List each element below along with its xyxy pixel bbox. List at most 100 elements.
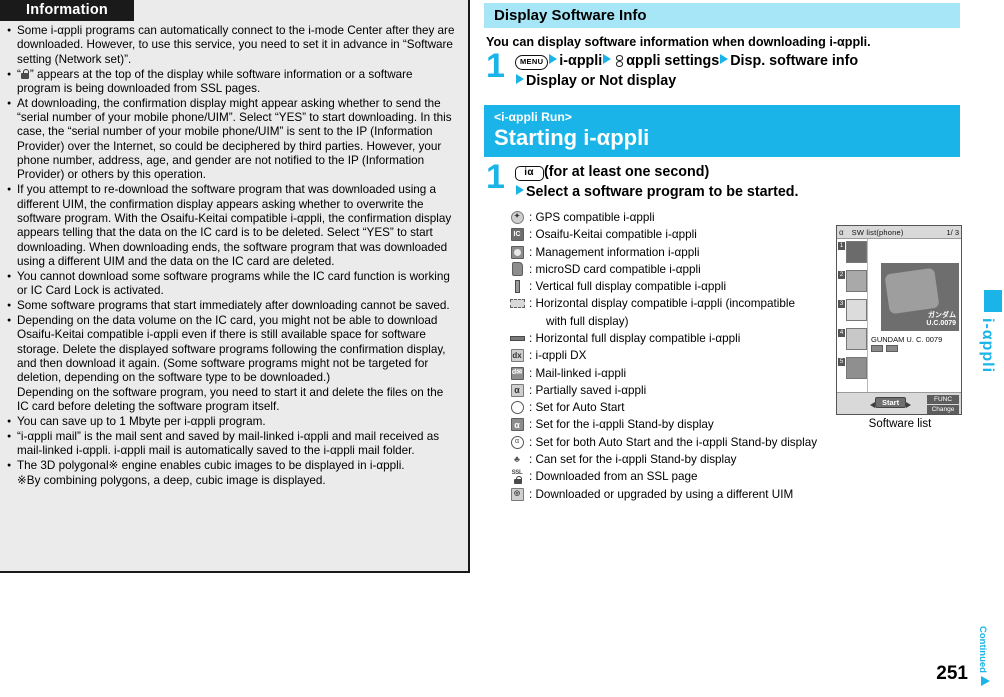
legend-label: : Management information i-αppli [529, 245, 700, 259]
legend-item: : Horizontal full display compatible i-α… [508, 331, 848, 347]
legend-label: : Set for Auto Start [529, 401, 625, 415]
phone-softkey-bar: Start FUNC Change [837, 392, 961, 414]
horizontal-full-display-icon [871, 345, 883, 352]
preview-caption-icons [871, 345, 961, 352]
section-banner-starting-i-appli: <i-αppli Run> Starting i-αppli [484, 105, 960, 157]
legend-label: : Mail-linked i-αppli [529, 366, 627, 380]
legend-label: : Can set for the i-αppli Stand-by displ… [529, 452, 737, 466]
section2-step-1: 1 iα (for at least one second) Select a s… [484, 160, 980, 202]
list-thumbnail[interactable] [846, 328, 867, 350]
softkey-center-start[interactable]: Start [869, 397, 912, 408]
step-item-appli-settings: αppli settings [626, 53, 720, 69]
legend-label: : Partially saved i-αppli [529, 383, 647, 397]
can-set-standby-icon: ♣ [514, 454, 520, 465]
right-column: Display Software Info You can display so… [484, 0, 980, 697]
legend-item: : Management information i-αppli [508, 245, 848, 261]
info-bullet: If you attempt to re-download the softwa… [6, 183, 458, 269]
software-list-screenshot: α SW list(phone) 1/ 3 1 2 3 4 5 ガンダム U.C… [836, 225, 964, 430]
horizontal-display-icon [508, 296, 526, 311]
step-item-i-appli: i-αppli [559, 53, 603, 69]
info-bullet-ssl: “” appears at the top of the display whi… [6, 68, 458, 97]
legend-item: : Set for Auto Start [508, 400, 848, 416]
list-index: 3 [838, 300, 845, 308]
banner-title: Starting i-αppli [494, 125, 650, 150]
legend-label: : Downloaded from an SSL page [529, 470, 698, 484]
info-bullet: You cannot download some software progra… [6, 270, 458, 299]
step-item-disp-software-info: Disp. software info [730, 53, 859, 69]
softkey-right-group: FUNC Change [927, 394, 959, 414]
list-index: 2 [838, 271, 845, 279]
preview-caption: GUNDAM U. C. 0079 [871, 335, 961, 352]
mail-linked-icon: d✉ [508, 366, 526, 381]
screenshot-caption: Software list [868, 418, 932, 430]
preview-caption-text: GUNDAM U. C. 0079 [871, 335, 943, 344]
legend-item: dx : i-αppli DX [508, 348, 848, 364]
manual-page: Information Some i-αppli programs can au… [0, 0, 1004, 697]
legend-item: : Vertical full display compatible i-αpp… [508, 279, 848, 295]
list-index: 5 [838, 358, 845, 366]
information-header: Information [0, 0, 134, 21]
ssl-lock-icon [21, 68, 30, 80]
key-8-icon [615, 54, 624, 68]
arrow-icon [603, 54, 612, 64]
i-appli-key-icon: iα [515, 166, 544, 181]
side-tab-marker [984, 290, 1002, 312]
ic-card-icon: IC [508, 227, 526, 242]
legend-item: ✦ : GPS compatible i-αppli [508, 210, 848, 226]
legend-label: : Osaifu-Keitai compatible i-αppli [529, 228, 697, 242]
info-subline: Depending on the software program, you n… [17, 386, 444, 414]
legend-label-continuation: with full display) [546, 314, 629, 328]
legend-label: : GPS compatible i-αppli [529, 211, 655, 224]
step-line-1: iα (for at least one second) [515, 163, 980, 182]
legend-item: α : Set for both Auto Start and the i-αp… [508, 435, 848, 451]
dx-icon: dx [508, 348, 526, 363]
information-panel: Information Some i-αppli programs can au… [0, 0, 470, 573]
step-number: 1 [486, 47, 505, 85]
info-bullet: At downloading, the confirmation display… [6, 97, 458, 183]
info-bullet: Some i-αppli programs can automatically … [6, 24, 458, 67]
continued-label: Continued [977, 626, 988, 673]
arrow-icon [516, 185, 524, 195]
different-uim-icon: ◎ [508, 487, 526, 502]
legend-item: : Horizontal display compatible i-αppli … [508, 296, 848, 312]
info-bullet: “i-αppli mail” is the mail sent and save… [6, 430, 458, 459]
legend-label: : Set for the i-αppli Stand-by display [529, 418, 714, 432]
arrow-icon [549, 54, 558, 64]
legend-label: : Horizontal display compatible i-αppli … [529, 297, 795, 311]
legend-item: ◎ : Downloaded or upgraded by using a di… [508, 487, 848, 503]
phone-status-bar: α SW list(phone) 1/ 3 [837, 226, 961, 239]
side-tab-label: i-αppli [979, 318, 996, 374]
step-line-1: MENU i-αppli αppli settings Disp. software … [515, 52, 980, 71]
section1-step-1: 1 MENU i-αppli αppli settings Disp. softwar… [484, 47, 980, 91]
phone-status-title: SW list(phone) [851, 227, 904, 237]
arrow-icon [720, 54, 729, 64]
info-bullet: Depending on the data volume on the IC c… [6, 314, 458, 386]
step-item-display-or-not: Display or Not display [526, 73, 677, 89]
gps-icon: ✦ [508, 210, 526, 225]
legend-label: : microSD card compatible i-αppli [529, 262, 701, 276]
list-thumbnail[interactable] [846, 270, 867, 292]
legend-item: : microSD card compatible i-αppli [508, 262, 848, 278]
softkey-func[interactable]: FUNC [927, 394, 959, 404]
auto-start-icon [508, 400, 526, 415]
softkey-change[interactable]: Change [927, 404, 959, 414]
partially-saved-icon: α [508, 383, 526, 398]
section1-lead: You can display software information whe… [486, 35, 871, 49]
microsd-icon [508, 262, 526, 277]
legend-item: IC : Osaifu-Keitai compatible i-αppli [508, 227, 848, 243]
legend-item: d✉ : Mail-linked i-αppli [508, 366, 848, 382]
banner-kicker: <i-αppli Run> [494, 110, 572, 124]
legend-label: : i-αppli DX [529, 349, 587, 363]
section-title-display-software-info: Display Software Info [484, 3, 960, 28]
ssl-bullet-suffix: ” appears at the top of the display whil… [17, 67, 413, 95]
legend-item: ♣ : Can set for the i-αppli Stand-by dis… [508, 452, 848, 468]
info-subline-note: ※By combining polygons, a deep, cubic im… [17, 473, 326, 487]
list-thumbnail[interactable] [846, 357, 867, 379]
step-select-software: Select a software program to be started. [526, 184, 799, 200]
list-thumbnail[interactable] [846, 241, 867, 263]
list-thumbnail[interactable] [846, 299, 867, 321]
legend-label: : Vertical full display compatible i-αpp… [529, 280, 727, 294]
continued-arrow-icon [981, 676, 990, 686]
list-index: 4 [838, 329, 845, 337]
menu-key-icon: MENU [515, 55, 549, 70]
